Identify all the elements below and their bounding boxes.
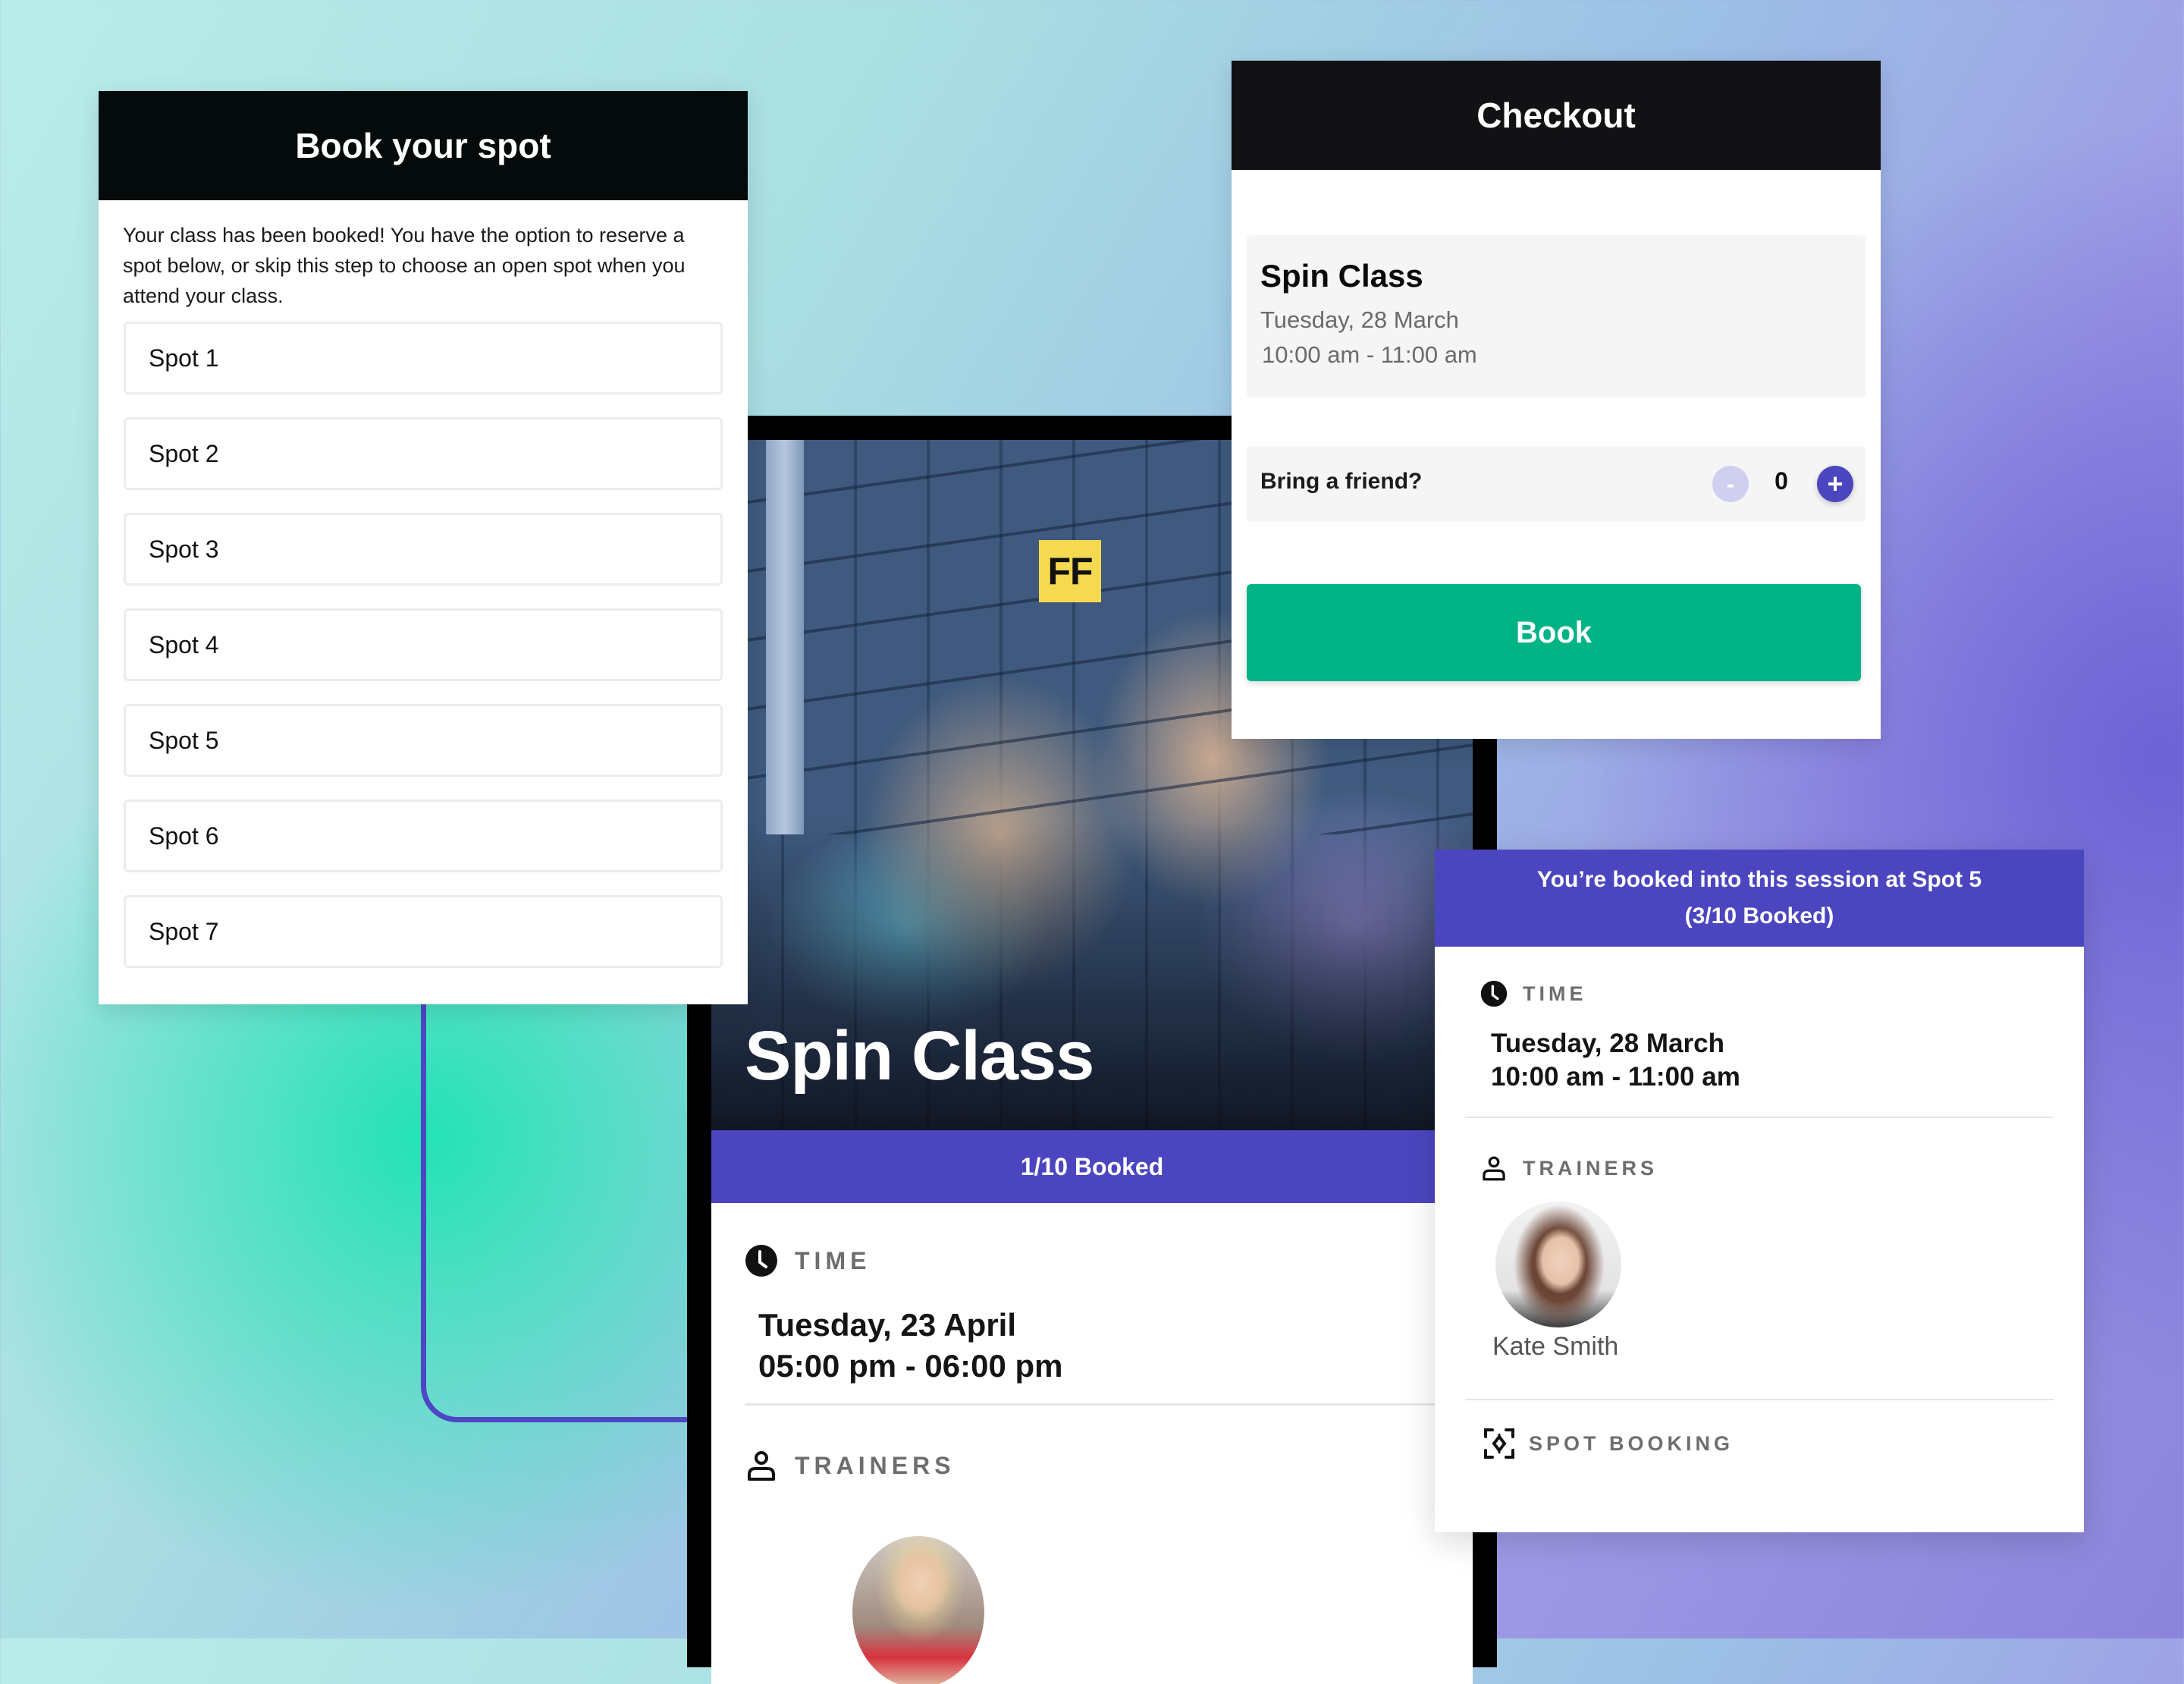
spot-option[interactable]: Spot 2 xyxy=(124,417,723,490)
trainers-label: TRAINERS xyxy=(795,1451,956,1479)
booked-session-card: You’re booked into this session at Spot … xyxy=(1435,850,2084,1532)
clock-icon xyxy=(1480,980,1508,1007)
spot-option[interactable]: Spot 6 xyxy=(124,800,723,872)
brand-logo: FF xyxy=(1039,540,1101,602)
book-button[interactable]: Book xyxy=(1247,584,1861,681)
trainer-avatar[interactable] xyxy=(852,1536,984,1684)
session-trainers-section: TRAINERS xyxy=(1480,1155,2041,1182)
spot-booking-section[interactable]: SPOT BOOKING xyxy=(1483,1428,2044,1459)
booked-status-bar: 1/10 Booked xyxy=(711,1130,1473,1203)
class-time: 05:00 pm - 06:00 pm xyxy=(758,1348,1063,1384)
class-time: 10:00 am - 11:00 am xyxy=(1262,341,1477,368)
spot-booking-label: SPOT BOOKING xyxy=(1529,1431,1734,1455)
banner-line-1: You’re booked into this session at Spot … xyxy=(1536,867,1982,892)
trainer-avatar[interactable] xyxy=(1495,1202,1621,1327)
booking-confirmation-banner: You’re booked into this session at Spot … xyxy=(1435,850,2084,947)
time-label: TIME xyxy=(795,1246,871,1274)
spot-option[interactable]: Spot 1 xyxy=(124,322,723,394)
spot-option[interactable]: Spot 3 xyxy=(124,513,723,586)
divider xyxy=(1465,1117,2054,1118)
session-time: 10:00 am - 11:00 am xyxy=(1491,1062,1740,1092)
decrement-button[interactable]: - xyxy=(1712,466,1749,502)
session-date: Tuesday, 28 March xyxy=(1491,1029,1724,1058)
friend-count: 0 xyxy=(1774,467,1788,495)
class-date: Tuesday, 23 April xyxy=(758,1307,1016,1343)
clock-icon xyxy=(745,1245,777,1277)
trainers-label: TRAINERS xyxy=(1523,1156,1658,1180)
bring-friend-label: Bring a friend? xyxy=(1260,469,1423,494)
increment-button[interactable]: + xyxy=(1817,466,1853,502)
banner-line-2: (3/10 Booked) xyxy=(1684,903,1834,928)
spot-target-icon xyxy=(1484,1428,1514,1459)
person-icon xyxy=(748,1451,775,1481)
spot-list: Spot 1 Spot 2 Spot 3 Spot 4 Spot 5 Spot … xyxy=(99,311,748,968)
class-date: Tuesday, 28 March xyxy=(1260,306,1459,333)
trainer-name: Kate Smith xyxy=(1492,1332,1619,1361)
class-summary: Spin Class Tuesday, 28 March 10:00 am - … xyxy=(1247,235,1866,397)
checkout-title: Checkout xyxy=(1232,61,1881,170)
bring-friend-row: Bring a friend? - 0 + xyxy=(1247,446,1866,522)
time-label: TIME xyxy=(1523,982,1587,1005)
book-spot-card: Book your spot Your class has been booke… xyxy=(99,91,748,1004)
trainers-section: TRAINERS xyxy=(745,1449,1442,1482)
time-section: TIME Tuesday, 23 April 05:00 pm - 06:00 … xyxy=(745,1244,1442,1387)
spot-option[interactable]: Spot 5 xyxy=(124,704,723,777)
session-time-section: TIME Tuesday, 28 March 10:00 am - 11:00 … xyxy=(1480,980,2041,1094)
spot-option[interactable]: Spot 7 xyxy=(124,895,723,968)
person-icon xyxy=(1483,1156,1505,1181)
book-spot-title: Book your spot xyxy=(99,91,748,200)
book-spot-description: Your class has been booked! You have the… xyxy=(123,224,686,307)
class-name: Spin Class xyxy=(1260,258,1423,294)
divider xyxy=(745,1403,1442,1406)
checkout-card: Checkout Spin Class Tuesday, 28 March 10… xyxy=(1232,61,1881,739)
divider xyxy=(1465,1399,2054,1400)
class-title: Spin Class xyxy=(745,1017,1094,1095)
spot-option[interactable]: Spot 4 xyxy=(124,608,723,681)
